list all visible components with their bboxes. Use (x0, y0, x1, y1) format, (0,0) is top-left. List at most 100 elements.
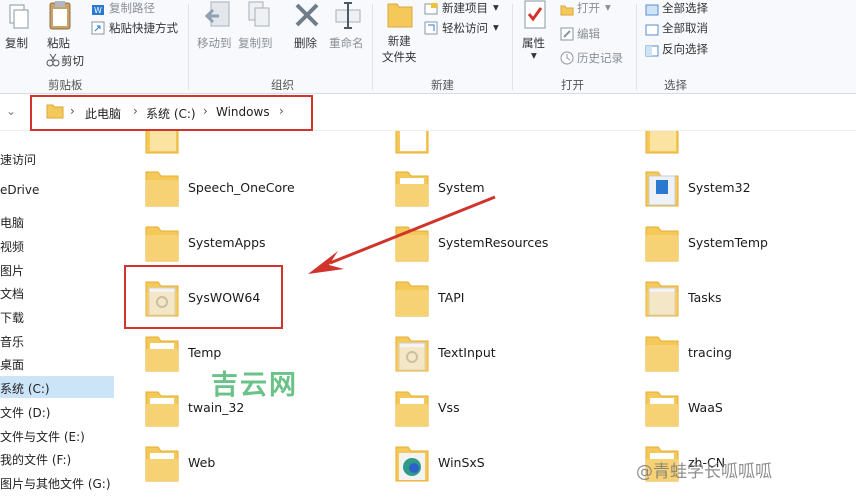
folder-item-tracing[interactable]: tracing (644, 329, 854, 377)
nav-item-desktop[interactable]: 桌面 (0, 356, 24, 373)
paste-shortcut-icon (91, 20, 105, 35)
select-none-icon (645, 21, 659, 36)
move-to-icon[interactable] (204, 0, 233, 30)
folder-icon (145, 391, 179, 427)
select-all-button[interactable]: 全部选择 (662, 0, 708, 16)
nav-item-drive-d[interactable]: 文件 (D:) (0, 404, 50, 421)
folder-item-waas[interactable]: WaaS (644, 384, 854, 432)
watermark: 吉云网 (211, 370, 298, 401)
invert-selection-icon (645, 42, 659, 57)
nav-item-quick-access[interactable]: 速访问 (0, 151, 36, 168)
properties-dropdown-icon[interactable]: ▾ (531, 48, 537, 62)
new-item-dropdown-icon[interactable]: ▾ (493, 0, 499, 14)
folder-label: WaaS (688, 400, 723, 415)
folder-item-system32[interactable]: System32 (644, 164, 854, 212)
nav-item-drive-g[interactable]: 图片与其他文件 (G:) (0, 475, 111, 492)
nav-item-drive-c[interactable]: 系统 (C:) (0, 380, 50, 397)
rename-icon[interactable] (334, 0, 362, 30)
properties-icon[interactable] (523, 0, 547, 30)
copy-path-button[interactable]: 复制路径 (109, 0, 155, 16)
folder-icon[interactable] (644, 131, 680, 155)
history-button[interactable]: 历史记录 (577, 50, 623, 66)
open-group-label: 打开 (561, 78, 584, 92)
new-item-button[interactable]: 新建项目 (442, 0, 488, 16)
folder-icon (145, 226, 179, 262)
paste-icon[interactable] (48, 0, 72, 30)
select-none-button[interactable]: 全部取消 (662, 20, 708, 36)
nav-item-drive-e[interactable]: 文件与文件 (E:) (0, 428, 85, 445)
open-dropdown-icon[interactable]: ▾ (605, 0, 611, 14)
folder-label: WinSxS (438, 455, 485, 470)
paste-shortcut-button[interactable]: 粘贴快捷方式 (109, 20, 178, 36)
address-highlight-box (30, 95, 313, 131)
nav-item-videos[interactable]: 视频 (0, 238, 24, 255)
new-group-label: 新建 (431, 78, 454, 92)
folder-label: TAPI (438, 290, 465, 305)
delete-icon[interactable] (294, 2, 320, 28)
paste-button[interactable]: 粘贴 (47, 35, 70, 51)
invert-selection-button[interactable]: 反向选择 (662, 41, 708, 57)
history-icon (560, 50, 574, 65)
new-folder-button[interactable]: 新建 文件夹 (382, 33, 417, 65)
rename-button[interactable]: 重命名 (329, 35, 364, 51)
folder-label: SystemTemp (688, 235, 768, 250)
ribbon-divider (636, 4, 637, 90)
folder-label: System (438, 180, 485, 195)
folder-item-web[interactable]: Web (144, 439, 364, 487)
edge-folder-icon (395, 446, 429, 482)
system-folder-icon (645, 171, 679, 207)
nav-item-documents[interactable]: 文档 (0, 285, 24, 302)
nav-item-this-pc[interactable]: 电脑 (0, 214, 24, 231)
folder-item-winsxs[interactable]: WinSxS (394, 439, 614, 487)
folder-icon[interactable] (394, 131, 430, 155)
new-folder-icon[interactable] (387, 0, 413, 28)
nav-item-drive-f[interactable]: 我的文件 (F:) (0, 451, 71, 468)
folder-icon (645, 391, 679, 427)
move-to-button[interactable]: 移动到 (197, 35, 232, 51)
ribbon-divider (372, 4, 373, 90)
cut-icon (46, 52, 60, 67)
credit-watermark: @青蛙学长呱呱呱 (636, 462, 772, 482)
nav-item-pictures[interactable]: 图片 (0, 262, 24, 279)
chevron-down-icon[interactable]: ⌄ (6, 104, 16, 118)
folder-label: Vss (438, 400, 460, 415)
folder-icon (145, 336, 179, 372)
folder-label: Speech_OneCore (188, 180, 295, 195)
easy-access-button[interactable]: 轻松访问 (442, 20, 488, 36)
folder-item-systemtemp[interactable]: SystemTemp (644, 219, 854, 267)
folder-icon[interactable] (144, 131, 180, 155)
nav-item-music[interactable]: 音乐 (0, 333, 24, 350)
easy-access-icon (424, 20, 438, 35)
folder-icon (645, 226, 679, 262)
edit-button[interactable]: 编辑 (577, 26, 600, 42)
system-folder-icon (395, 336, 429, 372)
edit-icon (560, 26, 574, 41)
organize-group-label: 组织 (271, 78, 294, 92)
copy-icon[interactable] (8, 4, 30, 30)
annotation-arrow (308, 195, 496, 274)
copy-button[interactable]: 复制 (5, 35, 28, 51)
folder-label: System32 (688, 180, 751, 195)
select-all-icon (645, 1, 659, 16)
folder-label: TextInput (438, 345, 496, 360)
folder-label: tracing (688, 345, 732, 360)
open-button[interactable]: 打开 (577, 0, 600, 16)
system-folder-icon (645, 281, 679, 317)
nav-item-onedrive[interactable]: eDrive (0, 183, 39, 197)
folder-item-textinput[interactable]: TextInput (394, 329, 614, 377)
clipboard-group-label: 剪贴板 (48, 78, 83, 92)
copy-path-icon: W (91, 1, 105, 15)
cut-button[interactable]: 剪切 (61, 53, 84, 69)
copy-to-button[interactable]: 复制到 (238, 35, 273, 51)
ribbon-divider (188, 4, 189, 90)
delete-button[interactable]: 删除 (294, 35, 317, 51)
nav-item-downloads[interactable]: 下载 (0, 309, 24, 326)
folder-item-vss[interactable]: Vss (394, 384, 614, 432)
folder-icon (395, 391, 429, 427)
select-group-label: 选择 (664, 78, 687, 92)
folder-label: Web (188, 455, 216, 470)
folder-item-tasks[interactable]: Tasks (644, 274, 854, 322)
svg-text:W: W (94, 6, 102, 15)
easy-access-dropdown-icon[interactable]: ▾ (493, 20, 499, 34)
copy-to-icon[interactable] (246, 0, 272, 30)
